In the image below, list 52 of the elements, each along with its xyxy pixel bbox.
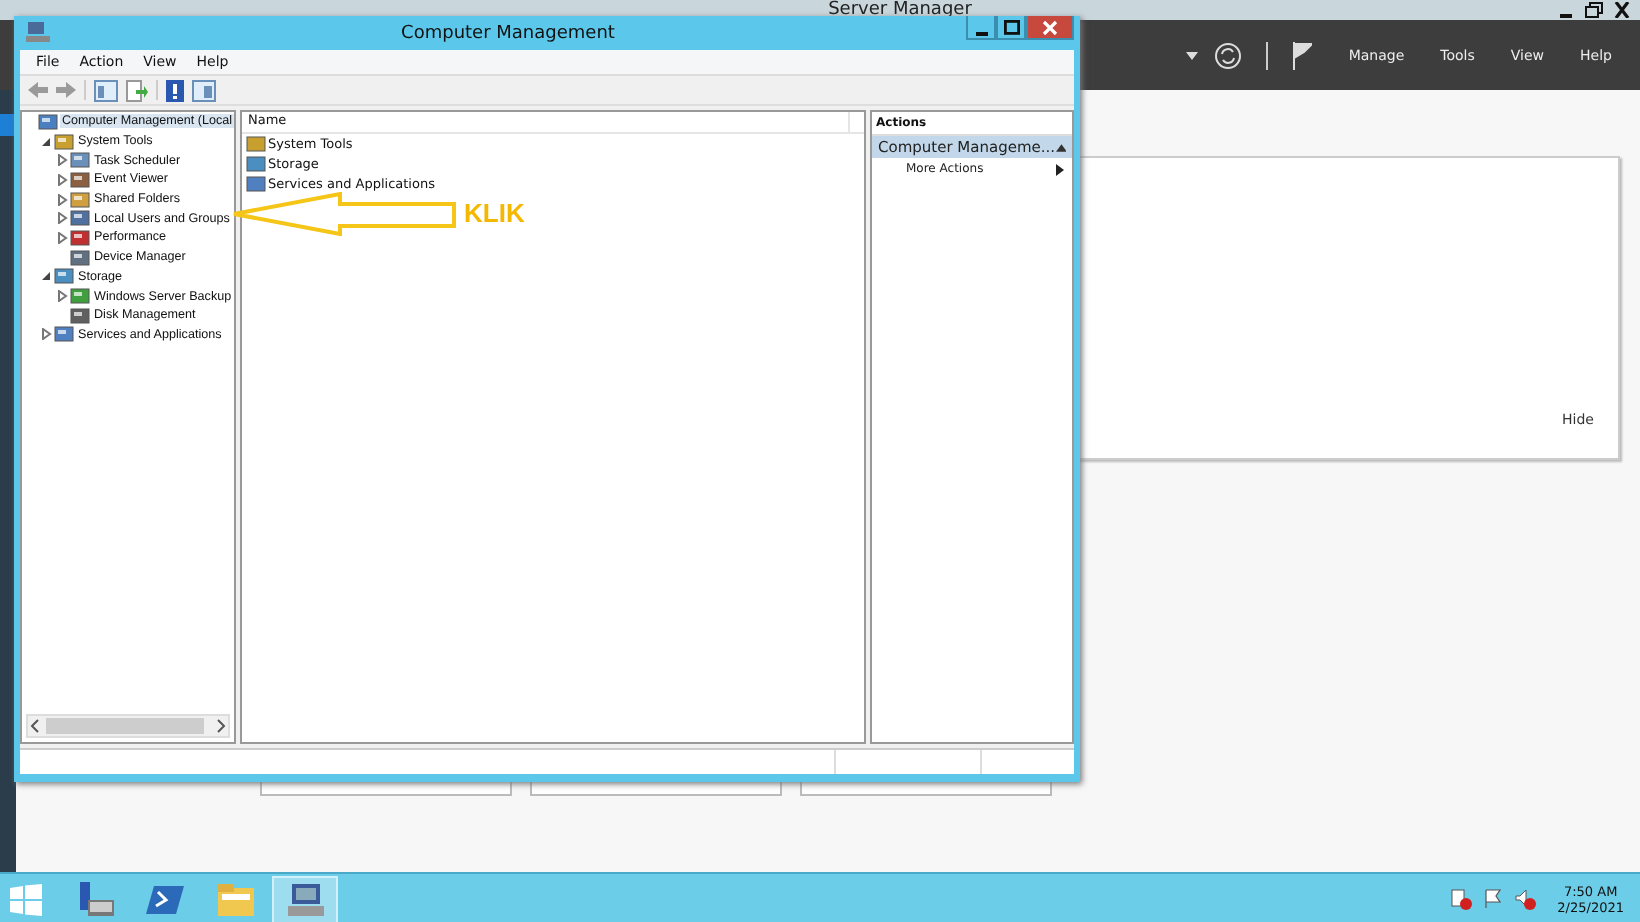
- window-title: Server Manager: [828, 0, 972, 20]
- close-icon[interactable]: [1612, 2, 1632, 18]
- node-icon: [246, 174, 266, 194]
- node-icon: [54, 131, 74, 152]
- node-icon: [70, 305, 90, 326]
- caret-icon[interactable]: [1186, 51, 1199, 59]
- export-icon[interactable]: [126, 79, 148, 101]
- node-icon: [70, 169, 90, 190]
- node-icon: [54, 266, 74, 287]
- close-button[interactable]: [1026, 16, 1074, 40]
- horizontal-scrollbar[interactable]: [26, 714, 230, 738]
- node-icon: [70, 227, 90, 248]
- node-icon: [70, 286, 90, 307]
- node-icon: [246, 154, 266, 174]
- folder-icon: [215, 881, 255, 917]
- expand-arrow-icon[interactable]: [40, 328, 52, 341]
- expand-arrow-icon[interactable]: [56, 290, 68, 303]
- expand-arrow-icon[interactable]: [56, 154, 68, 167]
- expand-arrow-icon[interactable]: [40, 270, 52, 283]
- panel-icon[interactable]: [192, 79, 216, 101]
- submenu-arrow-icon: [1056, 163, 1064, 175]
- expand-arrow-icon[interactable]: [56, 231, 68, 244]
- computer-icon: [285, 881, 325, 917]
- minimize-icon: [975, 31, 987, 35]
- help-icon[interactable]: [166, 79, 184, 101]
- back-icon[interactable]: [28, 82, 48, 98]
- node-icon: [70, 208, 90, 229]
- node-icon: [70, 247, 90, 268]
- flag-icon[interactable]: [1481, 888, 1504, 910]
- maximize-icon: [1003, 19, 1019, 35]
- close-icon: [1042, 19, 1058, 35]
- collapse-icon[interactable]: [1055, 143, 1066, 151]
- computer-icon: [26, 22, 50, 44]
- scroll-right-icon[interactable]: [212, 716, 228, 736]
- expand-arrow-icon[interactable]: [56, 173, 68, 186]
- node-icon: [70, 150, 90, 171]
- annotation-label: KLIK: [464, 198, 525, 228]
- node-icon: [70, 189, 90, 210]
- console-tree-icon[interactable]: [94, 79, 118, 101]
- node-icon: [246, 134, 266, 154]
- expand-arrow-icon[interactable]: [56, 193, 68, 206]
- node-icon: [54, 324, 74, 345]
- refresh-icon[interactable]: [1214, 41, 1243, 69]
- minimize-button[interactable]: [966, 16, 996, 40]
- scroll-left-icon[interactable]: [28, 716, 44, 736]
- expand-arrow-icon[interactable]: [56, 212, 68, 225]
- expand-arrow-icon[interactable]: [40, 135, 52, 148]
- restore-icon[interactable]: [1584, 2, 1604, 18]
- taskbar-button[interactable]: [272, 875, 338, 922]
- forward-icon[interactable]: [56, 82, 76, 98]
- speaker-icon[interactable]: [1513, 888, 1536, 910]
- window-title: Computer Management: [399, 23, 617, 43]
